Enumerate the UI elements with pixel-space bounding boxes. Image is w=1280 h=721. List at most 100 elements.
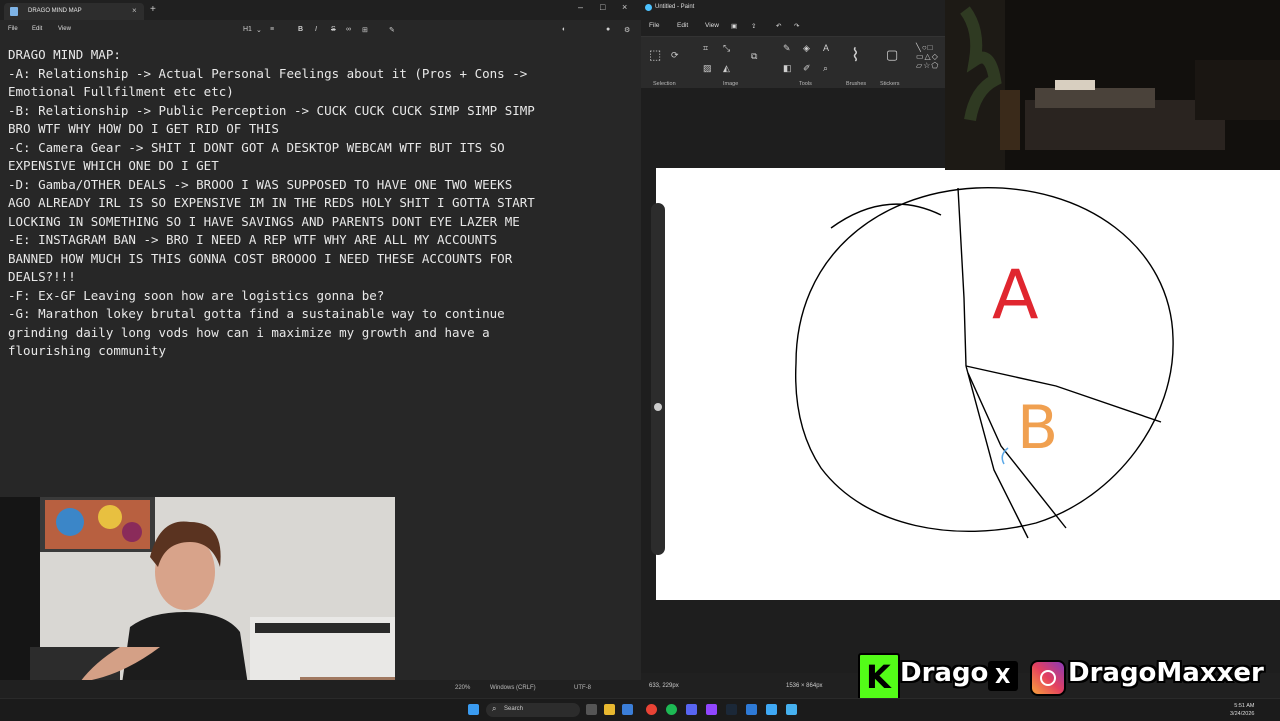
text-line: BANNED HOW MUCH IS THIS GONNA COST BROOO… xyxy=(8,250,513,266)
close-icon[interactable]: × xyxy=(622,2,627,12)
edge-icon[interactable] xyxy=(622,704,633,715)
streamer-webcam xyxy=(0,497,395,698)
share-icon[interactable]: ⇪ xyxy=(751,22,756,30)
zoom-slider-handle[interactable] xyxy=(654,403,662,411)
maximize-icon[interactable]: □ xyxy=(600,2,605,12)
canvas-size: 1536 × 864px xyxy=(786,683,823,689)
group-brushes: Brushes xyxy=(846,81,867,87)
notepad-window: DRAGO MIND MAP × + – □ × File Edit View … xyxy=(0,0,641,698)
menu-edit[interactable]: Edit xyxy=(32,26,42,32)
italic-icon[interactable]: I xyxy=(315,26,317,33)
undo-icon[interactable]: ↶ xyxy=(776,22,781,30)
notepad-task-icon[interactable] xyxy=(766,704,777,715)
paint-menu-view[interactable]: View xyxy=(705,22,719,29)
instagram-icon xyxy=(1030,660,1066,696)
paint-task-icon[interactable] xyxy=(786,704,797,715)
free-select-icon[interactable]: ⟳ xyxy=(671,50,679,61)
resize-icon[interactable]: ⤡ xyxy=(723,43,730,54)
selection-icon[interactable]: ⬚ xyxy=(649,47,661,63)
redo-icon[interactable]: ↷ xyxy=(794,22,799,30)
text-icon[interactable]: A xyxy=(823,43,829,53)
settings-icon[interactable]: ⚙ xyxy=(624,26,630,34)
eraser-icon[interactable]: ◧ xyxy=(783,63,792,74)
table-icon[interactable]: ⊞ xyxy=(362,26,368,34)
search-label: Search xyxy=(504,706,524,712)
color-picker-icon[interactable]: ✐ xyxy=(803,63,811,74)
x-icon: X xyxy=(988,661,1018,691)
image-icon[interactable]: ▨ xyxy=(703,63,712,74)
fill-icon[interactable]: ◈ xyxy=(803,43,810,54)
task-view-icon[interactable] xyxy=(586,704,597,715)
menu-file[interactable]: File xyxy=(8,26,18,32)
bold-icon[interactable]: B xyxy=(298,26,303,33)
taskbar-search[interactable]: ⌕ Search xyxy=(486,703,580,717)
spotify-icon[interactable] xyxy=(666,704,677,715)
heading-dropdown[interactable]: H1 xyxy=(243,26,252,33)
zoom-slider[interactable] xyxy=(651,203,665,555)
crop-icon[interactable]: ⌗ xyxy=(703,43,708,54)
save-icon[interactable]: ▣ xyxy=(731,22,737,30)
text-line: grinding daily long vods how can i maxim… xyxy=(8,324,490,340)
kick-icon: K xyxy=(858,653,900,701)
paint-menu-edit[interactable]: Edit xyxy=(677,22,688,29)
strikethrough-icon[interactable]: S xyxy=(331,26,336,33)
paint-app-icon xyxy=(645,4,652,11)
label-b: B xyxy=(1017,393,1058,463)
text-line: EXPENSIVE WHICH ONE DO I GET xyxy=(8,158,219,173)
discord-icon[interactable] xyxy=(686,704,697,715)
notepad-statusbar: 220% Windows (CRLF) UTF-8 xyxy=(0,680,641,698)
encoding: UTF-8 xyxy=(574,685,591,691)
group-image: Image xyxy=(723,81,739,87)
notepad-menubar: File Edit View H1 ⌄ ≡ B I S ∞ ⊞ ✎ ◐ ● ⚙ xyxy=(0,20,641,38)
chevron-down-icon[interactable]: ⌄ xyxy=(256,26,262,34)
shapes-icon[interactable]: ╲○□ ▭△◇ ▱☆⬠ xyxy=(916,43,939,70)
group-selection: Selection xyxy=(653,81,676,87)
app-icon[interactable] xyxy=(746,704,757,715)
minimize-icon[interactable]: – xyxy=(578,2,583,12)
flip-icon[interactable]: ◭ xyxy=(723,63,730,74)
file-explorer-icon[interactable] xyxy=(604,704,615,715)
brush-icon[interactable]: ⌇ xyxy=(851,45,860,66)
copilot-icon[interactable]: ◐ xyxy=(562,26,566,33)
list-icon[interactable]: ≡ xyxy=(270,26,274,33)
steam-icon[interactable] xyxy=(726,704,737,715)
text-line: -D: Gamba/OTHER DEALS -> BROOO I WAS SUP… xyxy=(8,176,513,192)
notepad-tab[interactable]: DRAGO MIND MAP × xyxy=(4,3,144,20)
kick-username: Drago xyxy=(900,658,989,688)
clock[interactable]: 5:51 AM 3/24/2026 xyxy=(1230,702,1254,718)
clear-format-icon[interactable]: ✎ xyxy=(389,26,395,34)
group-tools: Tools xyxy=(799,81,812,87)
layers-icon[interactable]: ⧉ xyxy=(751,51,757,62)
document-icon xyxy=(10,7,18,16)
text-line: DRAGO MIND MAP: xyxy=(8,47,121,62)
menu-view[interactable]: View xyxy=(58,26,71,32)
label-a: A xyxy=(992,256,1039,335)
link-icon[interactable]: ∞ xyxy=(346,26,351,33)
clock-time: 5:51 AM xyxy=(1234,703,1255,709)
paint-workspace: A B xyxy=(641,88,1280,673)
text-line: -C: Camera Gear -> SHIT I DONT GOT A DES… xyxy=(8,139,505,155)
close-tab-icon[interactable]: × xyxy=(132,6,137,15)
text-line: AGO ALREADY IRL IS SO EXPENSIVE IM IN TH… xyxy=(8,195,535,210)
obs-icon[interactable] xyxy=(706,704,717,715)
line-ending: Windows (CRLF) xyxy=(490,685,536,691)
sticker-icon[interactable]: ▢ xyxy=(886,47,898,63)
new-tab-icon[interactable]: + xyxy=(150,4,156,15)
text-line: Emotional Fullfilment etc etc) xyxy=(8,84,234,99)
paint-canvas[interactable]: A B xyxy=(656,168,1280,600)
clock-date: 3/24/2026 xyxy=(1230,711,1255,717)
avatar[interactable]: ● xyxy=(606,26,610,33)
instagram-username: DragoMaxxer xyxy=(1068,658,1264,688)
paint-menu-file[interactable]: File xyxy=(649,22,659,29)
notepad-text-area[interactable]: DRAGO MIND MAP: -A: Relationship -> Actua… xyxy=(8,46,640,361)
start-icon[interactable] xyxy=(468,704,479,715)
zoom-level: 220% xyxy=(455,685,471,691)
magnifier-icon[interactable]: ⌕ xyxy=(823,63,828,74)
text-line: DEALS?!!! xyxy=(8,269,76,284)
text-line: LOCKING IN SOMETHING SO I HAVE SAVINGS A… xyxy=(8,213,520,229)
pencil-icon[interactable]: ✎ xyxy=(783,43,791,54)
text-line: -B: Relationship -> Public Perception ->… xyxy=(8,102,535,118)
text-line: flourishing community xyxy=(8,343,167,358)
text-line: BRO WTF WHY HOW DO I GET RID OF THIS xyxy=(8,121,279,136)
chrome-icon[interactable] xyxy=(646,704,657,715)
